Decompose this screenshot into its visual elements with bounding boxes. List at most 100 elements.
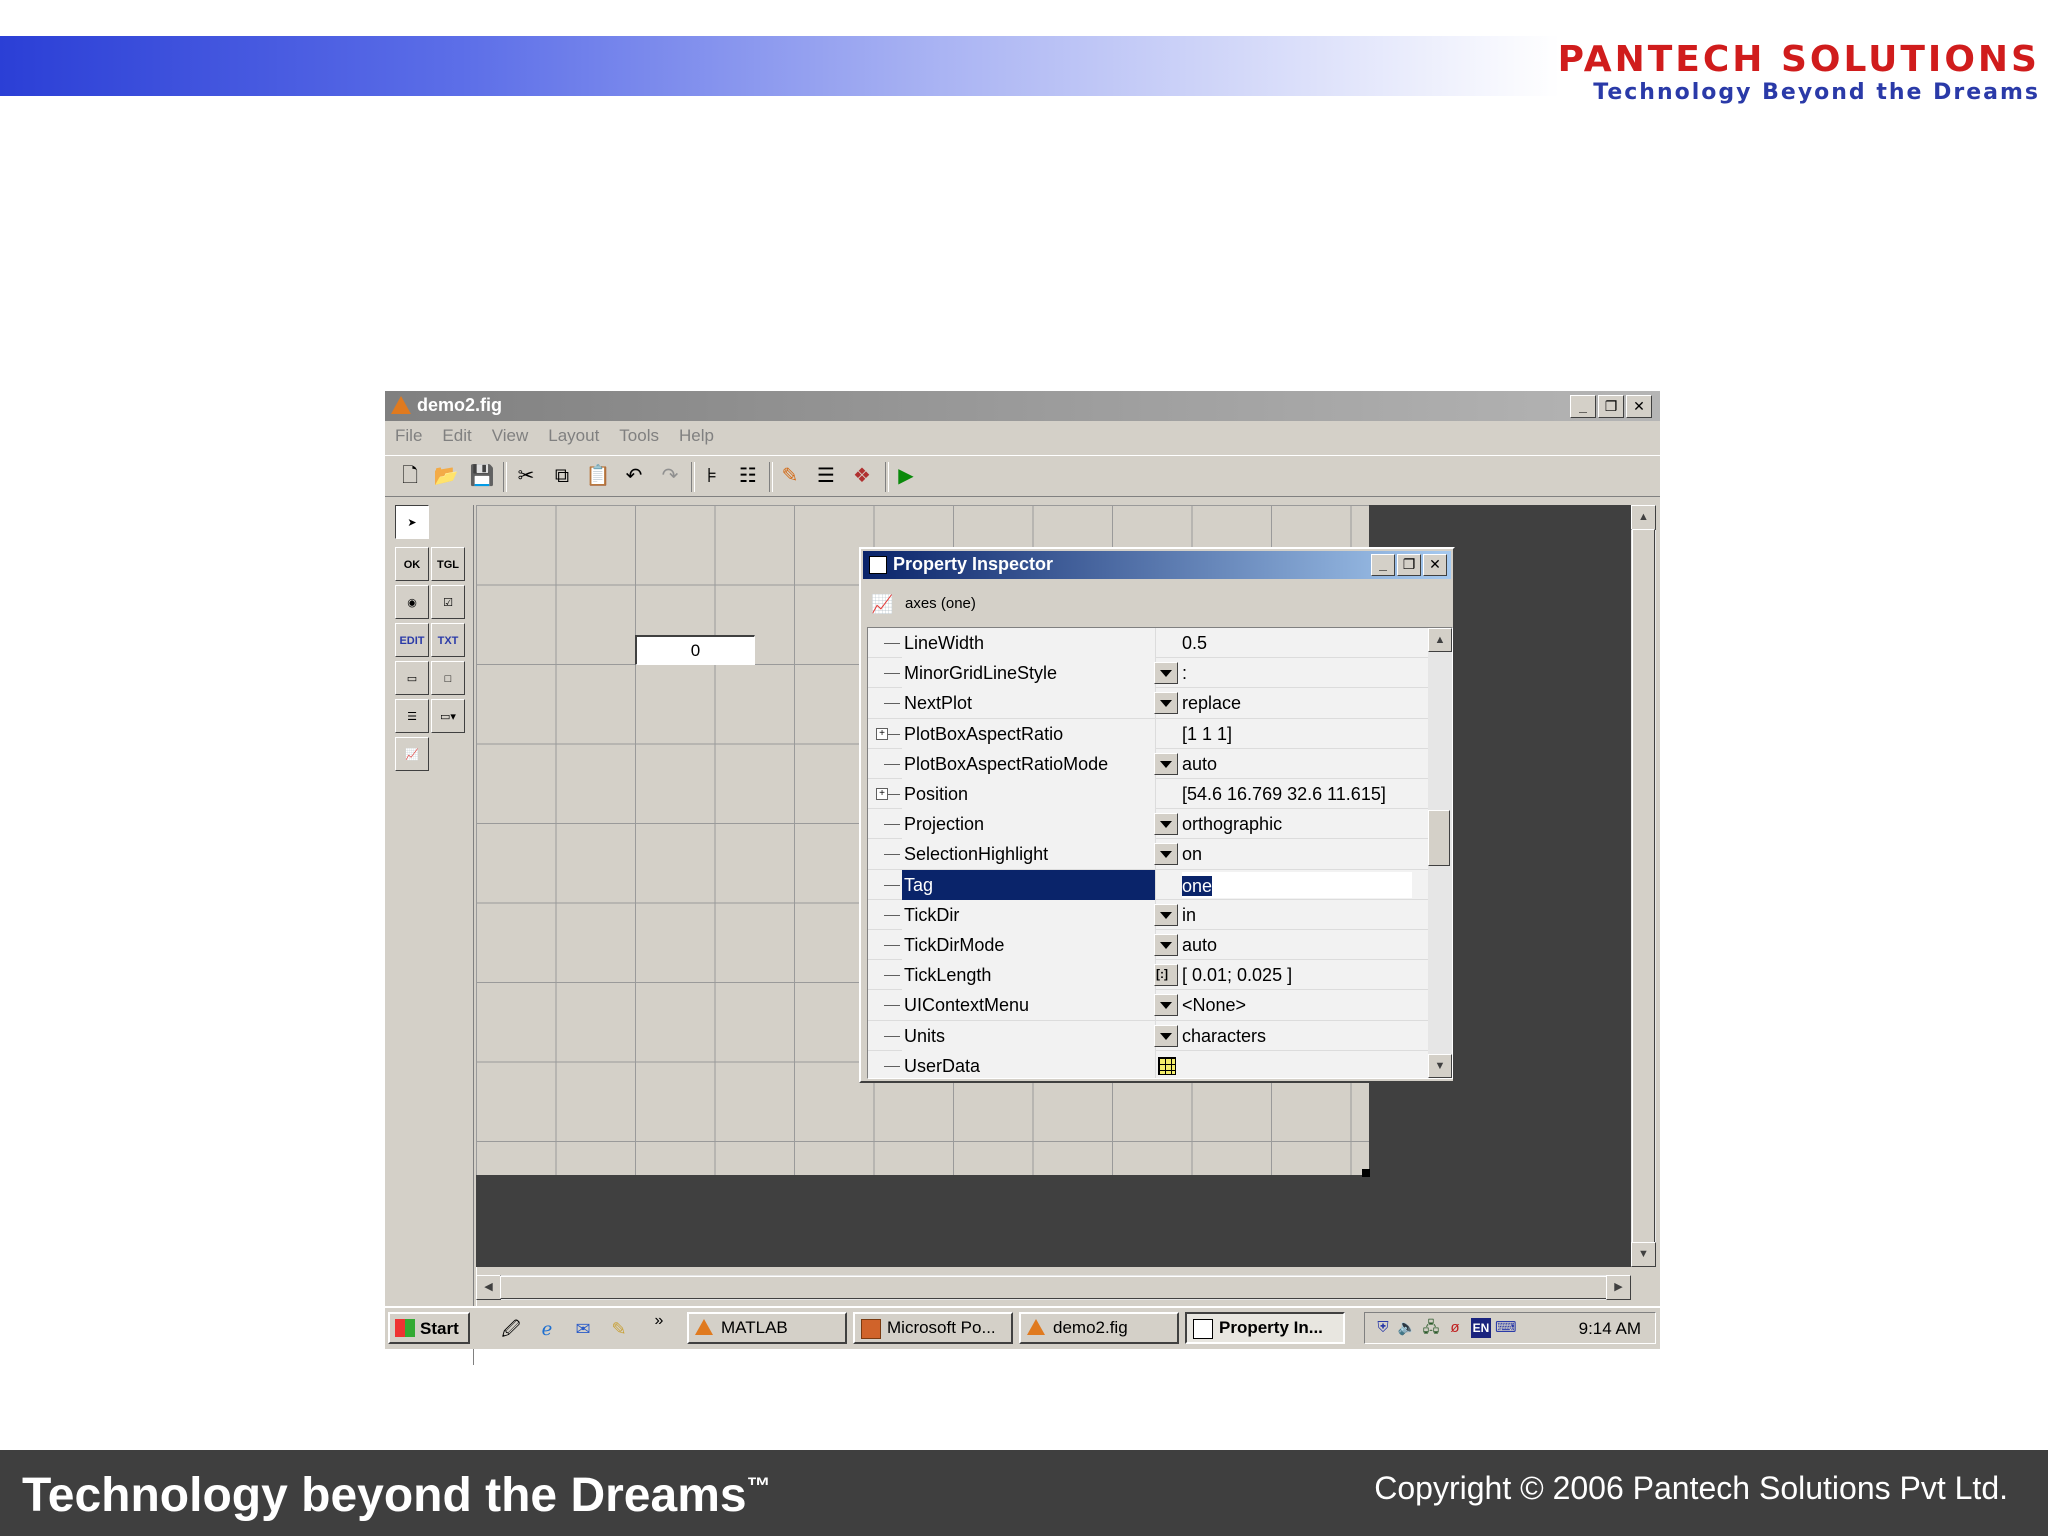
task-powerpoint[interactable]: Microsoft Po...: [853, 1312, 1013, 1344]
grid-editor-icon[interactable]: [1158, 1056, 1176, 1075]
property-row[interactable]: TickDir in: [868, 899, 1428, 930]
property-name[interactable]: TickLength: [902, 960, 1156, 991]
expand-icon[interactable]: +: [876, 727, 888, 740]
dropdown-arrow-icon[interactable]: [1154, 843, 1178, 866]
property-value[interactable]: [ 0.01; 0.025 ]: [1182, 960, 1428, 990]
dropdown-arrow-icon[interactable]: [1154, 813, 1178, 836]
m-file-editor-icon[interactable]: ✎: [777, 464, 803, 488]
property-value[interactable]: [54.6 16.769 32.6 11.615]: [1182, 779, 1428, 809]
property-name[interactable]: Tag: [902, 869, 1156, 900]
volume-icon[interactable]: 🔈: [1397, 1318, 1417, 1338]
property-value[interactable]: in: [1182, 900, 1428, 930]
property-row[interactable]: UIContextMenu <None>: [868, 990, 1428, 1021]
language-indicator[interactable]: EN: [1471, 1318, 1491, 1338]
scroll-left-button[interactable]: ◀: [476, 1275, 501, 1300]
horizontal-scrollbar[interactable]: ◀ ▶: [476, 1275, 1631, 1300]
property-row[interactable]: LineWidth 0.5: [868, 628, 1428, 659]
pi-maximize-button[interactable]: ❐: [1397, 554, 1421, 576]
property-value[interactable]: on: [1182, 839, 1428, 869]
close-button[interactable]: ✕: [1626, 395, 1652, 418]
property-name[interactable]: TickDir: [902, 899, 1156, 930]
run-icon[interactable]: ▶: [893, 464, 919, 488]
menu-view[interactable]: View: [482, 426, 539, 446]
figure-resize-handle[interactable]: [1362, 1169, 1370, 1177]
property-name[interactable]: PlotBoxAspectRatio: [902, 718, 1156, 749]
property-name[interactable]: UIContextMenu: [902, 990, 1156, 1021]
property-scroll-thumb[interactable]: [1428, 810, 1450, 866]
property-value[interactable]: [1182, 1051, 1428, 1078]
input-method-icon[interactable]: ⌨: [1495, 1318, 1517, 1338]
property-name[interactable]: Position: [902, 779, 1156, 809]
antivirus-icon[interactable]: ø: [1445, 1318, 1465, 1338]
dropdown-arrow-icon[interactable]: [1154, 692, 1178, 715]
property-name[interactable]: Units: [902, 1020, 1156, 1051]
restore-button[interactable]: ❐: [1598, 395, 1624, 418]
property-value[interactable]: 0.5: [1182, 628, 1428, 658]
property-row[interactable]: PlotBoxAspectRatioMode auto: [868, 748, 1428, 779]
clock[interactable]: 9:14 AM: [1579, 1319, 1641, 1339]
static-text-tool[interactable]: TXT: [431, 623, 465, 657]
slider-tool[interactable]: ▭: [395, 661, 429, 695]
dropdown-arrow-icon[interactable]: [1154, 752, 1178, 775]
property-name[interactable]: PlotBoxAspectRatioMode: [902, 748, 1156, 779]
radio-button-tool[interactable]: ◉: [395, 585, 429, 619]
minimize-button[interactable]: _: [1570, 395, 1596, 418]
edit-text-component[interactable]: 0: [635, 635, 755, 665]
pi-close-button[interactable]: ✕: [1423, 554, 1447, 576]
property-list-scrollbar[interactable]: ▲ ▼: [1428, 628, 1452, 1078]
property-value[interactable]: auto: [1182, 749, 1428, 779]
property-row[interactable]: Projection orthographic: [868, 809, 1428, 840]
toggle-button-tool[interactable]: TGL: [431, 547, 465, 581]
property-row[interactable]: MinorGridLineStyle:: [868, 658, 1428, 689]
menu-help[interactable]: Help: [669, 426, 724, 446]
property-value[interactable]: auto: [1182, 930, 1428, 960]
expand-icon[interactable]: +: [876, 788, 888, 800]
quick-launch-overflow[interactable]: »: [647, 1310, 671, 1332]
scroll-up-button[interactable]: ▲: [1631, 505, 1656, 530]
property-value-input[interactable]: one: [1182, 871, 1412, 898]
edit-text-tool[interactable]: EDIT: [395, 623, 429, 657]
frame-tool[interactable]: □: [431, 661, 465, 695]
property-scroll-down-button[interactable]: ▼: [1428, 1054, 1452, 1078]
property-value[interactable]: :: [1182, 658, 1428, 688]
outlook-icon[interactable]: ✉: [571, 1318, 595, 1340]
menu-tools[interactable]: Tools: [609, 426, 669, 446]
property-row[interactable]: NextPlot replace: [868, 688, 1428, 719]
property-value[interactable]: replace: [1182, 688, 1428, 718]
security-icon[interactable]: ⛨: [1373, 1318, 1393, 1338]
paste-icon[interactable]: 📋: [585, 464, 611, 488]
property-row[interactable]: Units characters: [868, 1020, 1428, 1051]
menu-editor-icon[interactable]: ☷: [735, 464, 761, 488]
property-name[interactable]: Projection: [902, 809, 1156, 840]
property-value[interactable]: characters: [1182, 1021, 1428, 1051]
dropdown-arrow-icon[interactable]: [1154, 1024, 1178, 1047]
property-value[interactable]: [1 1 1]: [1182, 719, 1428, 749]
redo-icon[interactable]: ↷: [657, 464, 683, 488]
property-row[interactable]: UserData: [868, 1050, 1428, 1078]
guide-title-bar[interactable]: demo2.fig _ ❐ ✕: [385, 391, 1660, 421]
property-row[interactable]: TickDirMode auto: [868, 930, 1428, 961]
property-name[interactable]: LineWidth: [902, 628, 1156, 658]
listbox-tool[interactable]: ☰: [395, 699, 429, 733]
property-value[interactable]: <None>: [1182, 990, 1428, 1020]
copy-icon[interactable]: ⧉: [549, 464, 575, 488]
property-row[interactable]: Tag one: [868, 869, 1428, 900]
property-row[interactable]: + PlotBoxAspectRatio [1 1 1]: [868, 718, 1428, 749]
popup-menu-tool[interactable]: ▭▾: [431, 699, 465, 733]
object-browser-icon[interactable]: ❖: [849, 464, 875, 488]
select-tool[interactable]: ➤: [395, 505, 429, 539]
task-matlab[interactable]: MATLAB: [687, 1312, 847, 1344]
menu-edit[interactable]: Edit: [432, 426, 481, 446]
task-property-inspector[interactable]: Property In...: [1185, 1312, 1345, 1344]
network-icon[interactable]: 🖧: [1421, 1318, 1441, 1338]
scroll-right-button[interactable]: ▶: [1606, 1275, 1631, 1300]
property-row[interactable]: SelectionHighlight on: [868, 839, 1428, 870]
property-name[interactable]: NextPlot: [902, 688, 1156, 719]
start-button[interactable]: Start: [388, 1312, 470, 1344]
property-inspector-title-bar[interactable]: Property Inspector _ ❐ ✕: [863, 551, 1451, 579]
vertical-scrollbar[interactable]: ▲ ▼: [1631, 505, 1656, 1267]
open-folder-icon[interactable]: 📂: [433, 464, 459, 488]
vertical-scroll-thumb[interactable]: [1632, 529, 1655, 1243]
dropdown-arrow-icon[interactable]: [1154, 934, 1178, 956]
new-file-icon[interactable]: 🗋: [397, 464, 423, 488]
